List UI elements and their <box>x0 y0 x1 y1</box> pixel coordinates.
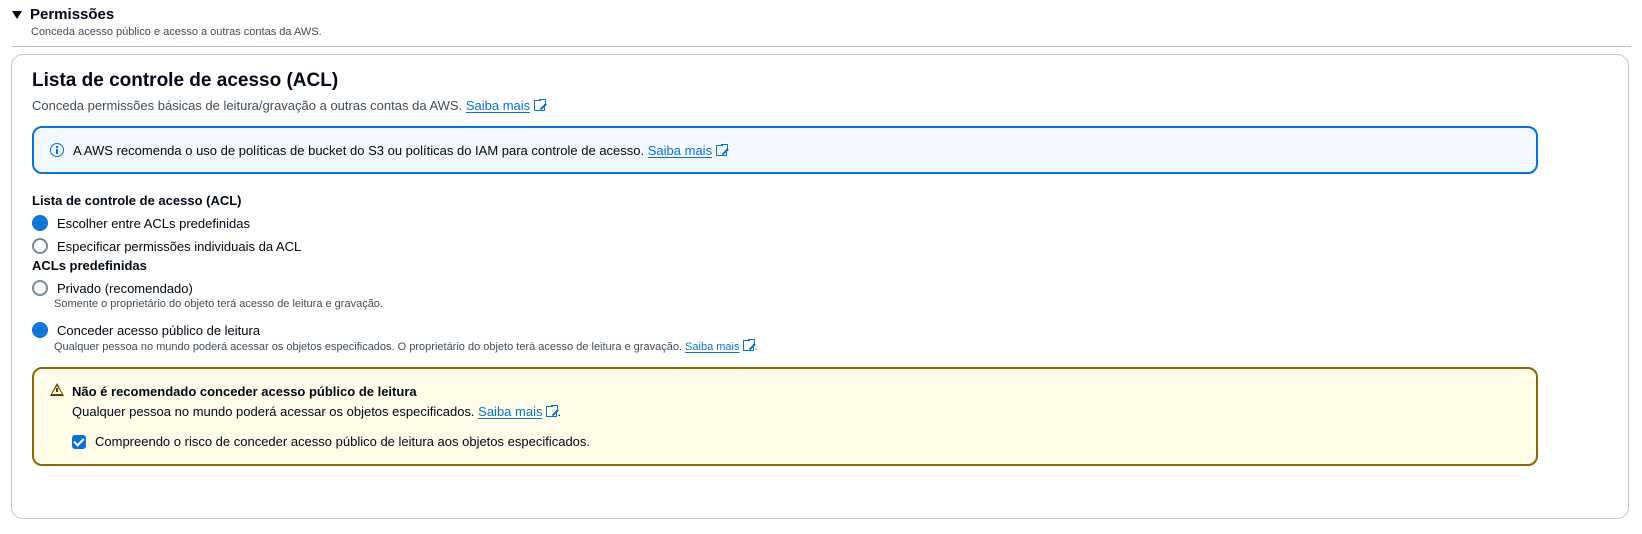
predefined-acls-label: ACLs predefinidas <box>32 258 147 273</box>
predefined-option-description: Qualquer pessoa no mundo poderá acessar … <box>54 338 758 353</box>
predefined-option-private[interactable]: Privado (recomendado) <box>32 280 193 296</box>
acl-option-predefined[interactable]: Escolher entre ACLs predefinidas <box>32 215 250 231</box>
section-title: Permissões <box>30 6 115 23</box>
external-link-icon <box>716 142 730 156</box>
info-icon <box>50 143 64 157</box>
permissions-toggle[interactable]: Permissões <box>12 6 1630 23</box>
acl-card-title: Lista de controle de acesso (ACL) <box>32 70 339 91</box>
warning-learn-more-label: Saiba mais <box>478 404 543 419</box>
info-alert-text: A AWS recomenda o uso de políticas de bu… <box>73 142 645 158</box>
info-learn-more-link[interactable]: Saiba mais <box>648 143 712 158</box>
predefined-option-public-read[interactable]: Conceder acesso público de leitura <box>32 322 260 338</box>
warning-learn-more-link[interactable]: Saiba mais <box>478 404 542 419</box>
predefined-option-description: Somente o proprietário do objeto terá ac… <box>54 298 383 310</box>
radio-button[interactable] <box>32 280 48 296</box>
warning-text: Qualquer pessoa no mundo poderá acessar … <box>72 404 562 419</box>
acl-option-label: Escolher entre ACLs predefinidas <box>57 215 250 231</box>
public-read-description-text: Qualquer pessoa no mundo poderá acessar … <box>54 341 682 353</box>
info-alert: A AWS recomenda o uso de políticas de bu… <box>32 126 1538 174</box>
section-description: Conceda acesso público e acesso a outras… <box>31 26 322 38</box>
predefined-option-label: Privado (recomendado) <box>57 280 193 296</box>
acl-field-label: Lista de controle de acesso (ACL) <box>32 193 242 208</box>
radio-button[interactable] <box>32 238 48 254</box>
acknowledge-risk-checkbox-row[interactable]: Compreendo o risco de conceder acesso pú… <box>72 434 590 449</box>
acl-option-individual[interactable]: Especificar permissões individuais da AC… <box>32 238 301 254</box>
external-link-icon <box>743 338 757 351</box>
acl-option-label: Especificar permissões individuais da AC… <box>57 238 302 254</box>
warning-title: Não é recomendado conceder acesso públic… <box>72 384 417 399</box>
section-divider <box>12 46 1631 47</box>
acl-card-description: Conceda permissões básicas de leitura/gr… <box>32 98 548 113</box>
public-read-learn-more-link[interactable]: Saiba mais <box>685 341 739 353</box>
warning-alert: Não é recomendado conceder acesso públic… <box>32 367 1538 466</box>
acl-card-description-text: Conceda permissões básicas de leitura/gr… <box>32 98 463 113</box>
acl-learn-more-label: Saiba mais <box>465 98 531 113</box>
public-read-learn-more-label: Saiba mais <box>685 341 740 353</box>
acl-learn-more-link[interactable]: Saiba mais <box>466 98 530 113</box>
external-link-icon <box>534 98 548 111</box>
permissions-section-header[interactable]: Permissões Conceda acesso público e aces… <box>12 6 1630 38</box>
radio-button-selected[interactable] <box>32 215 48 231</box>
acl-card: Lista de controle de acesso (ACL) Conced… <box>11 54 1629 519</box>
radio-button-selected[interactable] <box>32 322 48 338</box>
info-learn-more-label: Saiba mais <box>647 142 713 158</box>
acknowledge-risk-label: Compreendo o risco de conceder acesso pú… <box>95 434 591 449</box>
warning-text-body: Qualquer pessoa no mundo poderá acessar … <box>72 404 475 419</box>
predefined-option-label: Conceder acesso público de leitura <box>57 322 261 338</box>
external-link-icon <box>546 404 560 417</box>
caret-down-icon <box>12 11 22 19</box>
acknowledge-risk-checkbox[interactable] <box>72 434 86 449</box>
